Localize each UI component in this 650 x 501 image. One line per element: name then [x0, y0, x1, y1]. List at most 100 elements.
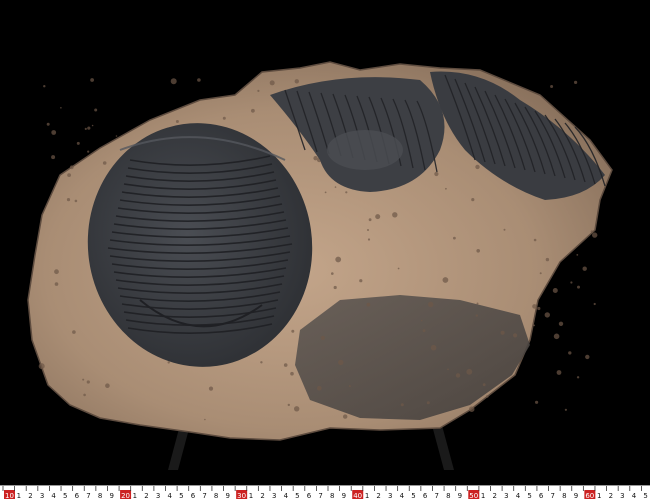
ruler-label: 5 [527, 492, 531, 500]
rock-speckle [400, 403, 404, 407]
ruler-label: 1 [17, 492, 21, 500]
rock-speckle [348, 385, 351, 388]
rock-speckle [90, 78, 94, 82]
ruler-label: 9 [109, 492, 113, 500]
rock-speckle [533, 238, 537, 242]
ruler-label: 5 [643, 492, 647, 500]
rock-speckle [590, 230, 594, 233]
rock-speckle [51, 155, 56, 160]
rock-speckle [576, 254, 579, 256]
rock-speckle [574, 80, 578, 84]
ruler-label: 4 [516, 492, 521, 500]
rock-speckle [94, 108, 98, 112]
rock-speckle [66, 198, 71, 202]
rock-speckle [593, 302, 596, 306]
ruler-label: 4 [168, 492, 173, 500]
rock-speckle [570, 281, 573, 284]
ruler-label: 6 [75, 492, 80, 500]
ruler-label: 8 [214, 492, 218, 500]
ruler-label: 4 [632, 492, 637, 500]
ruler-label: 6 [191, 492, 196, 500]
rock-speckle [313, 156, 318, 161]
rock-speckle [592, 232, 598, 238]
rock-speckle [535, 400, 539, 404]
ruler-label: 10 [5, 492, 14, 500]
rock-speckle [532, 304, 537, 309]
rock-speckle [368, 218, 372, 222]
ruler-label: 5 [411, 492, 415, 500]
rock-speckle [334, 186, 337, 188]
rock-speckle [51, 130, 57, 135]
rock-speckle [343, 414, 348, 419]
rock-speckle [170, 78, 177, 85]
rock-speckle [486, 395, 489, 398]
rock-speckle [87, 126, 91, 130]
rock-speckle [115, 135, 118, 137]
rock-speckle [46, 122, 50, 126]
rock-speckle [269, 80, 275, 86]
rock-speckle [475, 164, 480, 170]
ruler-label: 9 [342, 492, 346, 500]
ruler-label: 8 [446, 492, 450, 500]
ruler-label: 7 [551, 492, 555, 500]
fossil-photo [0, 0, 650, 500]
rock-speckle [83, 393, 86, 397]
ruler-label: 9 [458, 492, 462, 500]
ruler-label: 1 [249, 492, 253, 500]
ruler-label: 9 [226, 492, 230, 500]
rock-speckle [105, 383, 110, 389]
rock-speckle [533, 324, 536, 327]
rock-speckle [335, 256, 342, 263]
rock-speckle [317, 385, 322, 391]
rock-speckle [476, 302, 479, 305]
rock-speckle [367, 229, 369, 231]
rock-speckle [558, 321, 564, 326]
ruler-label: 7 [318, 492, 322, 500]
ruler-label: 9 [574, 492, 578, 500]
rock-speckle [392, 212, 398, 218]
ruler-label: 8 [330, 492, 334, 500]
rock-speckle [503, 228, 506, 231]
rock-speckle [455, 373, 461, 378]
ruler-label: 4 [400, 492, 405, 500]
ruler-label: 6 [307, 492, 312, 500]
rock-speckle [445, 187, 447, 190]
ruler-label: 4 [284, 492, 289, 500]
rock-speckle [475, 314, 478, 317]
rock-speckle [251, 108, 255, 113]
measurement-ruler: 10 1 2 3 4 5 6 7 8 9 20 1 2 3 4 5 6 7 8 9 30 1 2 3 4 5 6 7 8 9 40 1 2 3 4 5… [0, 485, 650, 501]
rock-speckle [38, 363, 45, 370]
rock-speckle [537, 306, 541, 311]
rock-speckle [260, 361, 263, 364]
rock-speckle [331, 272, 334, 275]
ruler-label: 40 [353, 492, 362, 500]
rock-speckle [257, 89, 260, 92]
ruler-label: 3 [620, 492, 624, 500]
rock-speckle [197, 78, 201, 82]
rock-speckle [204, 418, 206, 421]
ruler-label: 3 [504, 492, 508, 500]
ruler-label: 8 [562, 492, 566, 500]
rock-speckle [74, 199, 78, 203]
rock-speckle [552, 288, 558, 293]
ruler-label: 60 [585, 492, 594, 500]
ruler-label: 5 [63, 492, 67, 500]
ruler-label: 50 [469, 492, 478, 500]
rock-speckle [208, 386, 214, 391]
rock-speckle [375, 214, 381, 220]
rock-speckle [359, 279, 363, 283]
rock-speckle [291, 329, 295, 333]
rock-speckle [553, 333, 560, 340]
rock-speckle [60, 107, 62, 109]
ruler-label: 20 [121, 492, 130, 500]
ruler-label: 2 [260, 492, 264, 500]
rock-speckle [367, 238, 371, 241]
rock-speckle [544, 312, 550, 318]
rock-speckle [333, 285, 337, 290]
ruler-label: 7 [434, 492, 438, 500]
rock-speckle [453, 236, 456, 240]
ruler-label: 1 [481, 492, 485, 500]
rock-speckle [87, 150, 90, 153]
rock-speckle [102, 161, 107, 165]
ruler-label: 2 [609, 492, 613, 500]
